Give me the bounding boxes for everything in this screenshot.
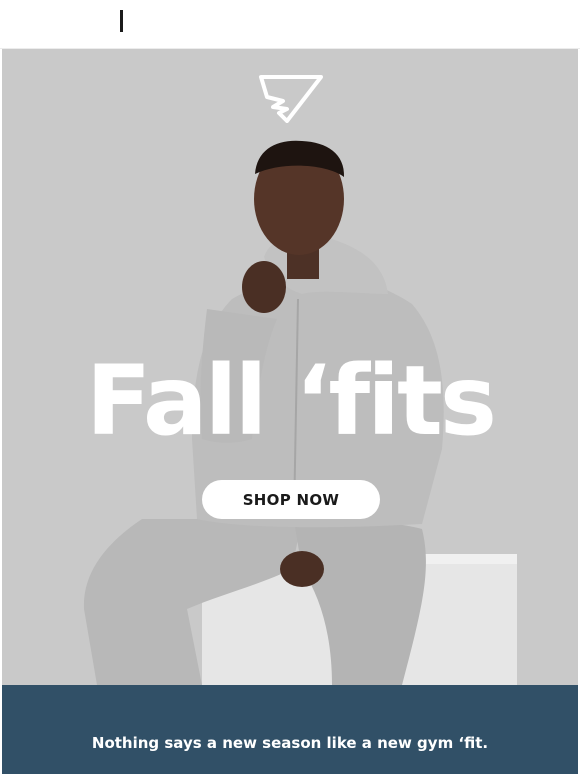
tagline-text: Nothing says a new season like a new gym… bbox=[91, 733, 489, 752]
email-header-bar bbox=[0, 0, 580, 49]
text-cursor bbox=[120, 10, 123, 32]
shark-logo-icon[interactable] bbox=[257, 73, 323, 123]
tagline-banner: Nothing says a new season like a new gym… bbox=[2, 685, 578, 774]
hero-banner[interactable]: Fall ‘fits SHOP NOW bbox=[2, 49, 578, 685]
hero-headline: Fall ‘fits bbox=[85, 345, 497, 457]
shop-now-button[interactable]: SHOP NOW bbox=[202, 480, 380, 519]
